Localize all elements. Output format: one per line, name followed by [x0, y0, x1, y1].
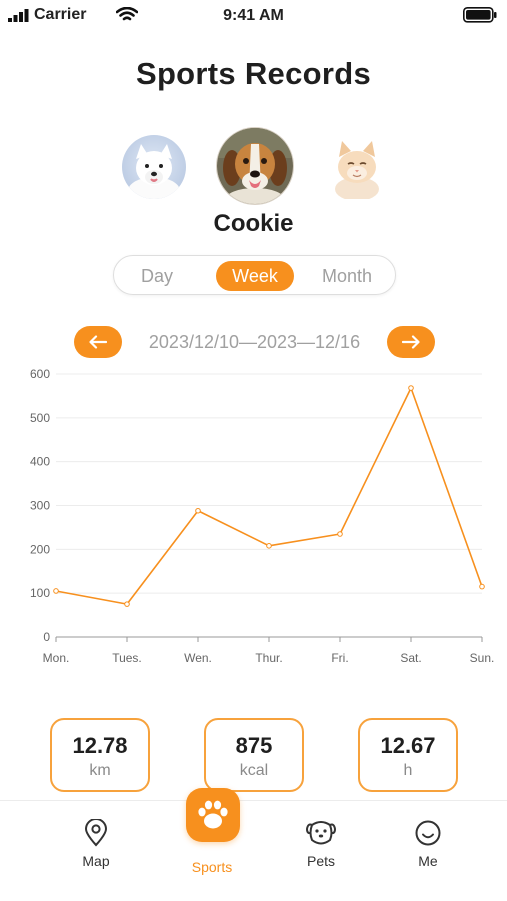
stat-card-duration: 12.67 h [358, 718, 458, 792]
status-time: 9:41 AM [223, 7, 284, 24]
tab-map-label: Map [82, 853, 110, 869]
chart-data-point [408, 385, 414, 391]
tab-me[interactable]: Me [388, 819, 468, 869]
stat-duration-value: 12.67 [380, 733, 436, 758]
tab-week[interactable]: Week [216, 261, 294, 291]
chart-data-point [124, 601, 130, 607]
chart-data-point [195, 507, 201, 514]
tab-pets-label: Pets [306, 853, 335, 869]
bottom-tab-bar: Map Sports Pets Me [0, 800, 507, 901]
tab-map[interactable]: Map [56, 819, 136, 869]
battery-icon [463, 7, 497, 23]
chart-x-tick-label: Tues. [112, 651, 142, 665]
chart-y-tick-label: 600 [30, 367, 50, 381]
chart-y-tick-label: 0 [43, 630, 50, 644]
tab-sports-label: Sports [191, 859, 233, 875]
chart-data-point [53, 588, 59, 594]
chart-data-point [337, 531, 343, 537]
chart-x-tick-label: Sat. [400, 651, 421, 665]
stat-distance-unit: km [89, 762, 111, 779]
tab-sports[interactable]: Sports [172, 853, 252, 875]
prev-week-button[interactable] [74, 326, 122, 358]
pet-avatar-samoyed[interactable] [122, 135, 186, 199]
stat-card-distance: 12.78 km [50, 718, 150, 792]
status-bar: Carrier 9:41 AM [0, 0, 507, 32]
next-week-button[interactable] [387, 326, 435, 358]
arrow-left-icon [89, 335, 107, 349]
chart-x-tick-label: Thur. [255, 651, 282, 665]
tab-me-label: Me [418, 853, 438, 869]
beagle-avatar-image [217, 128, 293, 204]
date-range-label: 2023/12/10—2023—12/16 [148, 332, 361, 352]
stat-calories-value: 875 [235, 733, 273, 758]
map-pin-icon [84, 819, 108, 847]
chart-y-tick-label: 400 [30, 455, 50, 469]
chart-x-tick-label: Wen. [184, 651, 212, 665]
arrow-right-icon [402, 335, 420, 349]
dog-face-icon [305, 821, 337, 845]
smile-icon [415, 820, 441, 846]
page-title: Sports Records [135, 56, 372, 91]
chart-x-tick-label: Sun. [470, 651, 495, 665]
pet-avatar-beagle[interactable] [217, 128, 293, 204]
range-segmented-control: Day Week Month [113, 255, 396, 295]
chart-y-tick-label: 300 [30, 499, 50, 513]
activity-line-chart: 0 100 200 300 400 500 600 Mon. Tues. Wen. Thur. Fri… [30, 367, 495, 665]
paw-icon [198, 800, 228, 829]
chart-y-tick-label: 100 [30, 586, 50, 600]
chart-data-point [266, 543, 272, 549]
stat-distance-value: 12.78 [72, 733, 128, 758]
stat-calories-unit: kcal [239, 762, 269, 779]
sports-tab-button[interactable] [186, 788, 240, 842]
chart-x-tick-label: Fri. [331, 651, 348, 665]
tab-day[interactable]: Day [118, 261, 196, 291]
tab-pets[interactable]: Pets [281, 819, 361, 869]
chart-y-tick-label: 200 [30, 542, 50, 556]
pet-avatar-cat[interactable] [329, 135, 385, 199]
chart-series-line [55, 387, 483, 605]
stat-duration-unit: h [403, 762, 413, 779]
cat-avatar-image [329, 135, 385, 199]
samoyed-avatar-image [122, 135, 186, 199]
stat-card-calories: 875 kcal [204, 718, 304, 792]
selected-pet-name: Cookie [213, 210, 294, 237]
tab-month[interactable]: Month [308, 261, 386, 291]
chart-x-tick-label: Mon. [43, 651, 70, 665]
chart-data-point [479, 583, 485, 590]
chart-y-tick-label: 500 [30, 411, 50, 425]
